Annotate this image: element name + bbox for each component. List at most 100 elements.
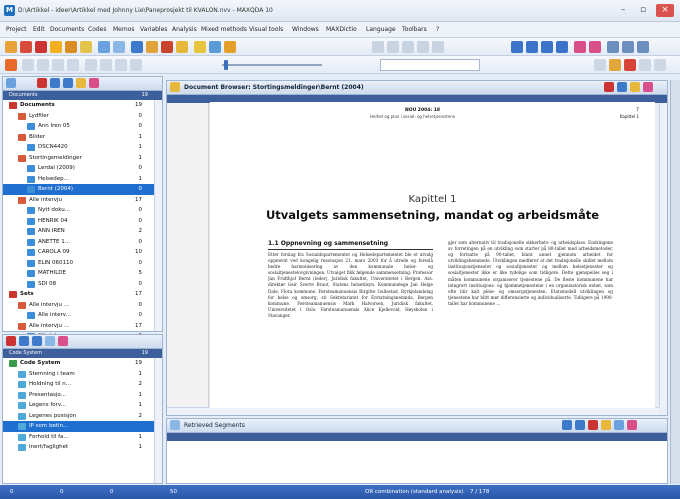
mixed-icon-5[interactable] <box>432 41 444 53</box>
prev-icon[interactable] <box>100 59 112 71</box>
menu-codes[interactable]: Codes <box>88 26 107 33</box>
weight-slider[interactable] <box>222 64 322 66</box>
code-icon-4[interactable] <box>45 336 55 346</box>
layout-icon-2[interactable] <box>37 59 49 71</box>
document-tree-item[interactable]: Bernt (2004) 0 <box>3 184 154 195</box>
menu-variables[interactable]: Variables <box>140 26 167 33</box>
document-tree-item[interactable]: ANETTE 1... 0 <box>3 237 154 248</box>
retrieved-tool-4[interactable] <box>601 420 611 430</box>
weight-icon[interactable] <box>556 41 568 53</box>
delete-document-icon[interactable] <box>37 78 47 88</box>
code-tree-item[interactable]: Forhold til fa... 1 <box>3 432 154 443</box>
code-tree-item[interactable]: Holdning til n... 2 <box>3 379 154 390</box>
document-tree-item[interactable]: CAROLA 09 10 <box>3 247 154 258</box>
search-icon[interactable] <box>176 41 188 53</box>
browser-icon-3[interactable] <box>630 82 640 92</box>
mixed-icon-1[interactable] <box>372 41 384 53</box>
first-icon[interactable] <box>85 59 97 71</box>
menu-windows[interactable]: Windows <box>292 26 319 33</box>
menu-memos[interactable]: Memos <box>113 26 135 33</box>
menu-mixed-methods[interactable]: Mixed methods <box>201 26 247 33</box>
menu-visual-tools[interactable]: Visual tools <box>249 26 283 33</box>
code-tree-item[interactable]: Legenes posisjon 2 <box>3 411 154 422</box>
sort-icon[interactable] <box>511 41 523 53</box>
magic-icon[interactable] <box>161 41 173 53</box>
code-tree-item[interactable]: Presentasjo... 1 <box>3 390 154 401</box>
highlight-icon[interactable] <box>609 59 621 71</box>
slider-handle[interactable] <box>224 60 228 70</box>
code-icon-3[interactable] <box>32 336 42 346</box>
document-tree-item[interactable]: Alle intervju ... 0 <box>3 300 154 311</box>
grid-icon[interactable] <box>194 41 206 53</box>
document-icon-2[interactable] <box>50 78 60 88</box>
menu-help[interactable]: ? <box>436 26 439 33</box>
retrieved-tool-1[interactable] <box>562 420 572 430</box>
document-tree-item[interactable]: Nytt doku... 0 <box>3 205 154 216</box>
retrieved-tool-5[interactable] <box>614 420 624 430</box>
document-icon-4[interactable] <box>76 78 86 88</box>
symbol-icon[interactable] <box>639 59 651 71</box>
document-tree-item[interactable]: Documents 19 <box>3 100 154 111</box>
code-search-icon[interactable] <box>58 336 68 346</box>
code-icon-2[interactable] <box>19 336 29 346</box>
document-tree-item[interactable]: Alle intervju ... 17 <box>3 321 154 332</box>
close-button[interactable]: × <box>656 4 674 17</box>
retrieved-tool-2[interactable] <box>575 420 585 430</box>
retrieved-search-icon[interactable] <box>627 420 637 430</box>
last-icon[interactable] <box>130 59 142 71</box>
find-icon[interactable] <box>574 41 586 53</box>
menu-toolbars[interactable]: Toolbars <box>402 26 427 33</box>
retrieved-tool-3[interactable] <box>588 420 598 430</box>
next-icon[interactable] <box>115 59 127 71</box>
print-icon[interactable] <box>607 41 619 53</box>
minimize-button[interactable]: – <box>614 4 632 17</box>
matrix-icon[interactable] <box>131 41 143 53</box>
browser-icon-2[interactable] <box>617 82 627 92</box>
menu-edit[interactable]: Edit <box>33 26 45 33</box>
menu-documents[interactable]: Documents <box>50 26 84 33</box>
options-icon[interactable] <box>637 41 649 53</box>
document-tree-item[interactable]: Stortingsmeldinger 1 <box>3 153 154 164</box>
document-tree-item[interactable]: HENRIK 04 0 <box>3 216 154 227</box>
panel-icon[interactable] <box>6 78 16 88</box>
pin-icon[interactable] <box>5 59 17 71</box>
browser-search-icon[interactable] <box>643 82 653 92</box>
emoticon-icon[interactable] <box>624 59 636 71</box>
document-tree-item[interactable]: Helsedep... 1 <box>3 174 154 185</box>
open-project-icon[interactable] <box>5 41 17 53</box>
extra-icon[interactable] <box>654 59 666 71</box>
document-search-icon[interactable] <box>89 78 99 88</box>
document-tree-item[interactable]: Bilder 1 <box>3 132 154 143</box>
layout-icon-3[interactable] <box>52 59 64 71</box>
arrow-up-icon[interactable] <box>526 41 538 53</box>
mixed-icon-4[interactable] <box>417 41 429 53</box>
documents-icon[interactable] <box>20 41 32 53</box>
visual-icon[interactable] <box>113 41 125 53</box>
document-page[interactable]: NOU 2004: 18 Helhet og plan i sosial- og… <box>210 102 655 408</box>
activate-icon[interactable] <box>98 41 110 53</box>
text-search-icon[interactable] <box>146 41 158 53</box>
find-next-icon[interactable] <box>589 41 601 53</box>
tools-icon[interactable] <box>224 41 236 53</box>
arrow-down-icon[interactable] <box>541 41 553 53</box>
document-tree-item[interactable]: ANN IREN 2 <box>3 226 154 237</box>
delete-icon[interactable] <box>35 41 47 53</box>
document-tree-item[interactable]: Ann Iren 05 0 <box>3 121 154 132</box>
browser-horizontal-scrollbar[interactable] <box>167 407 659 415</box>
mixed-icon-2[interactable] <box>387 41 399 53</box>
document-tree-item[interactable]: Lerdal (2009) 0 <box>3 163 154 174</box>
retrieve-icon[interactable] <box>80 41 92 53</box>
browser-vertical-scrollbar[interactable] <box>659 103 667 407</box>
chart-icon[interactable] <box>209 41 221 53</box>
menu-project[interactable]: Project <box>6 26 27 33</box>
code-delete-icon[interactable] <box>6 336 16 346</box>
layout-icon-4[interactable] <box>67 59 79 71</box>
code-tree-item[interactable]: Code System 19 <box>3 358 154 369</box>
document-tree-item[interactable]: ELIN 060110 0 <box>3 258 154 269</box>
filter-icon[interactable] <box>594 59 606 71</box>
memo-icon[interactable] <box>50 41 62 53</box>
document-tree-item[interactable]: Lydfiler 0 <box>3 111 154 122</box>
document-tree-item[interactable]: Sets 17 <box>3 289 154 300</box>
export-icon[interactable] <box>622 41 634 53</box>
document-tree-item[interactable]: Alle intervju 17 <box>3 195 154 206</box>
